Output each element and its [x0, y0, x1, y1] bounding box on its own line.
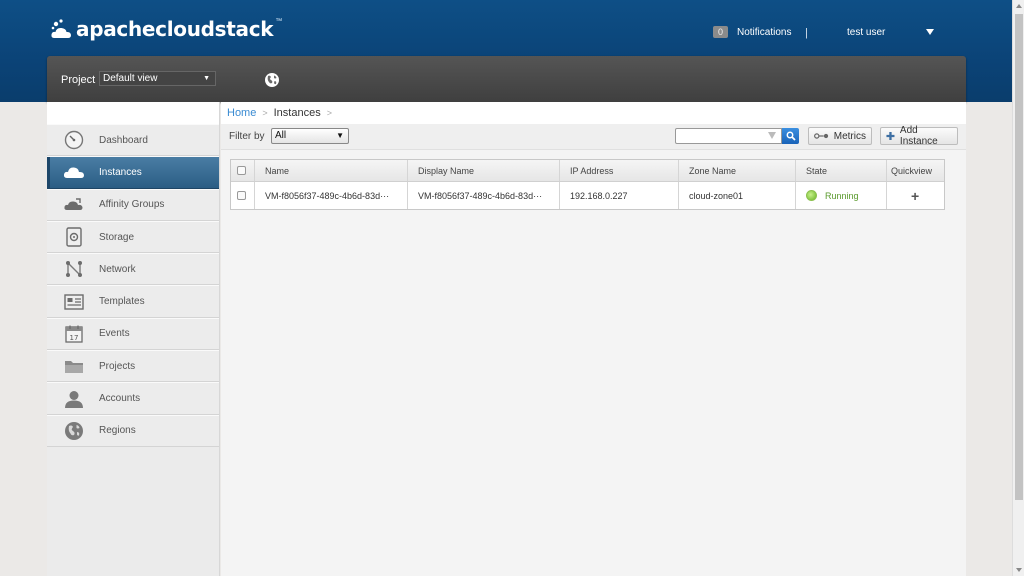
network-icon	[63, 259, 85, 279]
logo-text: apachecloudstack	[76, 17, 274, 41]
cloud-icon	[63, 162, 85, 182]
breadcrumb-separator: >	[326, 108, 332, 118]
table-row[interactable]: VM-f8056f37-489c-4b6d-83d··· VM-f8056f37…	[231, 182, 944, 209]
search-input[interactable]	[675, 128, 782, 144]
main-panel: Home > Instances > Filter by All ▼ Metri…	[221, 102, 966, 576]
column-header-name[interactable]: Name	[255, 160, 408, 181]
metrics-icon	[814, 133, 829, 139]
cell-name[interactable]: VM-f8056f37-489c-4b6d-83d···	[255, 182, 408, 209]
sidebar-item-projects[interactable]: Projects	[47, 350, 219, 383]
project-bar: Project Default view ▼	[47, 56, 966, 102]
sidebar-item-label: Storage	[99, 231, 135, 243]
globe-icon	[63, 421, 85, 441]
cell-display-name[interactable]: VM-f8056f37-489c-4b6d-83d···	[408, 182, 560, 209]
column-header-ip-address[interactable]: IP Address	[560, 160, 679, 181]
logo-trademark: ™	[275, 17, 283, 25]
column-header-state[interactable]: State	[796, 160, 887, 181]
search-button[interactable]	[782, 128, 799, 144]
running-status-icon	[806, 190, 817, 201]
add-instance-label: Add Instance	[899, 125, 938, 147]
row-checkbox[interactable]	[237, 191, 246, 200]
dashboard-icon	[63, 130, 85, 150]
logo[interactable]: apachecloudstack ™	[50, 14, 282, 44]
scroll-up-arrow-icon[interactable]	[1016, 4, 1022, 8]
sidebar-item-label: Affinity Groups	[99, 199, 165, 211]
sidebar-item-label: Instances	[99, 166, 142, 178]
select-all-cell	[231, 160, 255, 181]
user-menu-caret-icon[interactable]	[926, 29, 934, 35]
chevron-down-icon: ▼	[336, 131, 344, 140]
filter-select[interactable]: All ▼	[271, 128, 349, 144]
user-menu-label[interactable]: test user	[847, 27, 885, 38]
filter-label: Filter by	[229, 131, 265, 142]
column-header-quickview: Quickview	[891, 165, 933, 176]
project-globe-icon[interactable]	[264, 72, 280, 88]
column-header-zone-name[interactable]: Zone Name	[679, 160, 796, 181]
sidebar-header	[47, 102, 219, 124]
sidebar-item-label: Regions	[99, 425, 136, 437]
scrollbar-thumb[interactable]	[1015, 14, 1023, 500]
breadcrumb-separator: >	[262, 108, 268, 118]
cell-zone-name[interactable]: cloud-zone01	[679, 182, 796, 209]
sidebar-item-templates[interactable]: Templates	[47, 285, 219, 318]
sidebar-item-storage[interactable]: Storage	[47, 220, 219, 254]
sidebar-item-label: Templates	[99, 296, 145, 308]
calendar-day-label: 17	[70, 334, 79, 342]
sidebar-item-dashboard[interactable]: Dashboard	[47, 124, 219, 157]
sidebar-item-label: Network	[99, 263, 136, 275]
breadcrumb-current[interactable]: Instances	[274, 107, 321, 119]
cell-state[interactable]: Running	[796, 182, 887, 209]
row-select-cell	[231, 182, 255, 209]
sidebar: Dashboard Instances Affinity Groups Stor…	[47, 102, 220, 576]
sidebar-item-label: Dashboard	[99, 134, 148, 146]
project-select[interactable]: Default view ▼	[99, 71, 216, 86]
sidebar-item-label: Projects	[99, 360, 136, 372]
cell-ip-address[interactable]: 192.168.0.227	[560, 182, 679, 209]
sidebar-item-instances[interactable]: Instances	[47, 156, 219, 189]
affinity-icon	[63, 195, 85, 215]
breadcrumb: Home > Instances >	[221, 102, 966, 124]
instances-table: Name Display Name IP Address Zone Name S…	[230, 159, 945, 210]
state-label: Running	[825, 190, 859, 201]
templates-icon	[63, 292, 85, 312]
select-all-checkbox[interactable]	[237, 166, 246, 175]
sidebar-item-label: Events	[99, 328, 130, 340]
filter-funnel-icon[interactable]	[768, 132, 776, 139]
table-header: Name Display Name IP Address Zone Name S…	[231, 160, 944, 182]
page-scrollbar[interactable]	[1012, 0, 1024, 576]
notifications-count-badge: 0	[713, 26, 728, 38]
notifications-button[interactable]: 0 Notifications	[713, 26, 791, 38]
storage-icon	[63, 227, 85, 247]
calendar-icon: 17	[63, 324, 85, 344]
sidebar-item-network[interactable]: Network	[47, 253, 219, 286]
quickview-plus-icon[interactable]: +	[911, 188, 919, 204]
column-header-display-name[interactable]: Display Name	[408, 160, 560, 181]
metrics-button[interactable]: Metrics	[808, 127, 872, 145]
sidebar-item-affinity-groups[interactable]: Affinity Groups	[47, 188, 219, 221]
sidebar-item-events[interactable]: 17 Events	[47, 317, 219, 351]
folder-icon	[63, 356, 85, 376]
project-label: Project	[61, 74, 96, 86]
user-icon	[63, 389, 85, 409]
list-toolbar: Filter by All ▼ Metrics Add Instance	[221, 124, 966, 150]
sidebar-item-accounts[interactable]: Accounts	[47, 382, 219, 415]
breadcrumb-home-link[interactable]: Home	[227, 107, 256, 119]
sidebar-item-regions[interactable]: Regions	[47, 414, 219, 447]
metrics-button-label: Metrics	[833, 130, 866, 142]
project-select-value: Default view	[103, 73, 158, 84]
plus-icon	[886, 131, 895, 141]
filter-select-value: All	[275, 130, 287, 141]
header-separator: |	[805, 27, 808, 39]
sidebar-item-label: Accounts	[99, 393, 141, 405]
cloudstack-logo-icon	[50, 18, 74, 40]
chevron-down-icon: ▼	[203, 75, 210, 82]
search-icon	[786, 131, 796, 141]
notifications-label: Notifications	[737, 26, 792, 38]
cell-quickview: +	[887, 182, 944, 209]
scroll-down-arrow-icon[interactable]	[1016, 568, 1022, 572]
add-instance-button[interactable]: Add Instance	[880, 125, 958, 147]
